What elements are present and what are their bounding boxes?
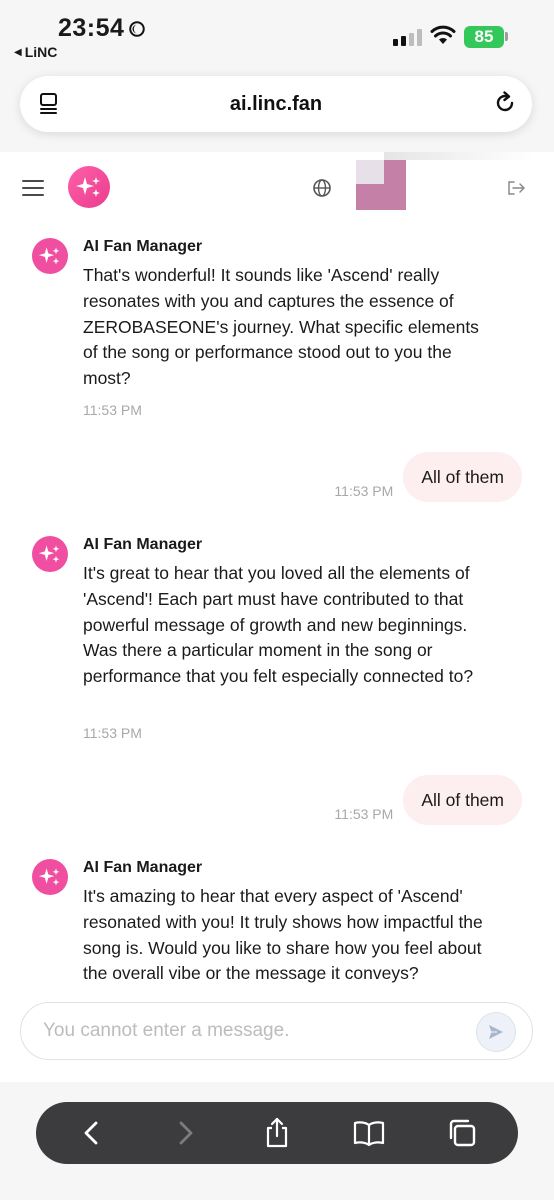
bookmarks-button[interactable] xyxy=(349,1113,389,1153)
back-button[interactable] xyxy=(72,1113,112,1153)
browser-toolbar xyxy=(36,1102,518,1164)
tabs-overview-button[interactable] xyxy=(442,1113,482,1153)
back-icon xyxy=(84,1121,98,1145)
share-icon xyxy=(266,1117,288,1148)
tabs-icon[interactable] xyxy=(38,92,62,116)
message-bubble: All of them xyxy=(403,775,522,825)
logout-icon[interactable] xyxy=(506,179,526,197)
wifi-icon xyxy=(430,25,456,44)
bot-message: AI Fan Manager It's great to hear that y… xyxy=(32,536,502,746)
cellular-signal-icon xyxy=(393,28,422,46)
message-text: It's amazing to hear that every aspect o… xyxy=(83,886,483,984)
message-text: It's great to hear that you loved all th… xyxy=(83,563,474,687)
message-bubble: All of them xyxy=(403,452,522,502)
clock-time: 23:54 xyxy=(58,14,125,42)
web-page: AI Fan Manager That's wonderful! It soun… xyxy=(0,152,554,1082)
message-time: 11:53 PM xyxy=(334,483,394,499)
message-input[interactable] xyxy=(43,1020,463,1042)
user-message: 11:53 PM All of them xyxy=(334,452,522,502)
send-icon xyxy=(489,1025,503,1039)
message-time: 11:53 PM xyxy=(83,402,142,418)
bot-message: AI Fan Manager That's wonderful! It soun… xyxy=(32,238,502,418)
share-button[interactable] xyxy=(257,1113,297,1153)
address-bar[interactable]: ai.linc.fan xyxy=(20,76,532,132)
back-app-label: LiNC xyxy=(24,44,58,60)
clock: 23:54 xyxy=(58,14,146,43)
back-triangle-icon: ◀ xyxy=(14,46,22,58)
forward-button[interactable] xyxy=(165,1113,205,1153)
sparkle-icon xyxy=(32,536,68,572)
banner-image xyxy=(356,152,534,210)
tabs-overview-icon xyxy=(449,1119,475,1147)
battery-level: 85 xyxy=(474,27,494,46)
battery-indicator: 85 xyxy=(464,26,504,48)
reload-icon[interactable] xyxy=(492,90,518,116)
sparkle-icon xyxy=(32,238,68,274)
status-bar: 23:54 ◀ LiNC 85 xyxy=(0,0,554,64)
bookmarks-icon xyxy=(354,1121,385,1147)
sender-name: AI Fan Manager xyxy=(83,859,203,876)
battery-tip xyxy=(505,32,508,41)
globe-icon[interactable] xyxy=(312,178,332,198)
send-button[interactable] xyxy=(476,1012,516,1052)
menu-icon[interactable] xyxy=(22,178,44,198)
sender-name: AI Fan Manager xyxy=(83,238,203,255)
moon-icon xyxy=(129,20,146,37)
back-to-app-link[interactable]: ◀ LiNC xyxy=(14,44,57,60)
message-time: 11:53 PM xyxy=(334,806,394,822)
forward-icon xyxy=(179,1121,192,1145)
sparkle-icon[interactable] xyxy=(68,166,110,208)
user-message: 11:53 PM All of them xyxy=(334,775,522,825)
url-text[interactable]: ai.linc.fan xyxy=(230,93,322,116)
sparkle-icon xyxy=(32,859,68,895)
message-time: 11:53 PM xyxy=(83,725,142,741)
app-header xyxy=(0,152,554,226)
message-composer xyxy=(20,1002,533,1060)
sender-name: AI Fan Manager xyxy=(83,536,203,553)
message-text: That's wonderful! It sounds like 'Ascend… xyxy=(83,265,479,389)
